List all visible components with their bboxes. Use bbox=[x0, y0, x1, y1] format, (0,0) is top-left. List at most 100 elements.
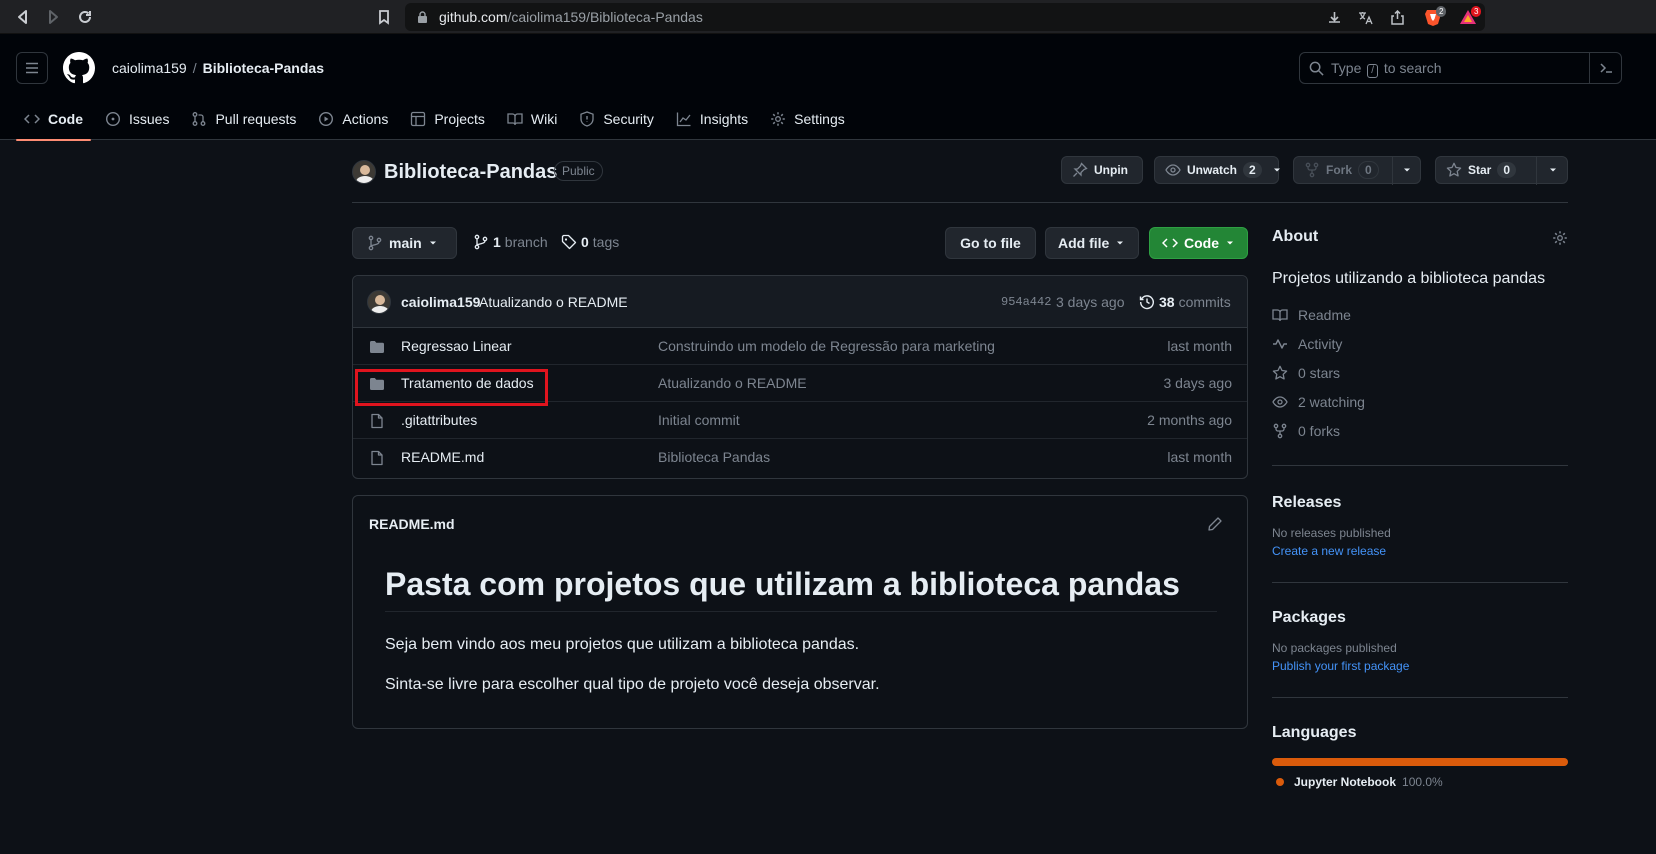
tab-label: Wiki bbox=[530, 111, 558, 127]
repo-header: Biblioteca-Pandas Public Unpin Unwatch 2… bbox=[352, 150, 1568, 203]
star-count: 0 bbox=[1497, 162, 1517, 178]
bookmark-icon[interactable] bbox=[375, 8, 393, 26]
language-dot bbox=[1276, 778, 1284, 786]
file-commit-message[interactable]: Initial commit bbox=[658, 412, 740, 428]
file-commit-message[interactable]: Construindo um modelo de Regressão para … bbox=[658, 338, 995, 354]
file-name[interactable]: .gitattributes bbox=[401, 412, 477, 428]
branch-count-label: branch bbox=[504, 234, 548, 250]
sidebar-item-watching[interactable]: 2 watching bbox=[1272, 387, 1568, 416]
commit-count-label: commits bbox=[1178, 294, 1231, 310]
branch-icon bbox=[367, 235, 383, 251]
owner-link[interactable]: caiolima159 bbox=[112, 60, 187, 76]
address-bar[interactable]: github.com/caiolima159/Biblioteca-Pandas bbox=[405, 3, 1485, 31]
reload-icon[interactable] bbox=[76, 8, 94, 26]
tab-issues[interactable]: Issues bbox=[97, 98, 177, 140]
url-path: /caiolima159/Biblioteca-Pandas bbox=[507, 9, 703, 25]
code-button-label: Code bbox=[1184, 235, 1219, 251]
repo-link[interactable]: Biblioteca-Pandas bbox=[203, 60, 324, 76]
commit-author-avatar[interactable] bbox=[367, 290, 391, 314]
sidebar-item-forks[interactable]: 0 forks bbox=[1272, 416, 1568, 445]
watch-button[interactable]: Unwatch 2 bbox=[1154, 156, 1280, 184]
unpin-button[interactable]: Unpin bbox=[1061, 156, 1143, 184]
table-row[interactable]: README.md Biblioteca Pandas last month bbox=[353, 439, 1247, 476]
github-logo-icon[interactable] bbox=[63, 52, 95, 84]
table-row[interactable]: Regressao Linear Construindo um modelo d… bbox=[353, 328, 1247, 365]
star-divider bbox=[1536, 157, 1537, 185]
tab-settings[interactable]: Settings bbox=[762, 98, 853, 140]
file-commit-message[interactable]: Atualizando o README bbox=[658, 375, 807, 391]
fork-count: 0 bbox=[1358, 161, 1379, 179]
menu-button[interactable] bbox=[16, 52, 48, 84]
repo-title[interactable]: Biblioteca-Pandas bbox=[384, 161, 557, 184]
tab-code[interactable]: Code bbox=[16, 98, 91, 141]
issue-icon bbox=[105, 111, 121, 127]
divider bbox=[1272, 582, 1568, 583]
back-icon[interactable] bbox=[14, 8, 32, 26]
lock-icon bbox=[417, 11, 428, 23]
releases-empty: No releases published bbox=[1272, 526, 1391, 540]
visibility-badge: Public bbox=[554, 161, 603, 181]
packages-title[interactable]: Packages bbox=[1272, 609, 1568, 627]
brave-shield-icon[interactable]: 2 bbox=[1424, 6, 1447, 26]
language-item[interactable]: Jupyter Notebook 100.0% bbox=[1272, 775, 1568, 789]
file-name[interactable]: Regressao Linear bbox=[401, 338, 512, 354]
tab-security[interactable]: Security bbox=[571, 98, 662, 140]
file-name[interactable]: README.md bbox=[401, 449, 484, 465]
sidebar-item-label: Activity bbox=[1298, 335, 1343, 352]
folder-icon bbox=[369, 339, 385, 355]
star-icon bbox=[1446, 162, 1462, 178]
fork-icon bbox=[1272, 423, 1288, 439]
fork-button[interactable]: Fork 0 bbox=[1293, 156, 1421, 185]
file-commit-message[interactable]: Biblioteca Pandas bbox=[658, 449, 770, 465]
search-input[interactable]: Type / to search bbox=[1299, 52, 1622, 84]
create-release-link[interactable]: Create a new release bbox=[1272, 544, 1568, 558]
share-icon[interactable] bbox=[1390, 10, 1405, 25]
branch-select-button[interactable]: main bbox=[352, 227, 457, 259]
tab-actions[interactable]: Actions bbox=[310, 98, 396, 140]
publish-package-link[interactable]: Publish your first package bbox=[1272, 659, 1568, 673]
branches-link[interactable]: 1 branch bbox=[473, 234, 548, 250]
download-icon[interactable] bbox=[1327, 10, 1342, 25]
eye-icon bbox=[1272, 394, 1288, 410]
chevron-down-icon[interactable] bbox=[1548, 165, 1558, 175]
fork-label: Fork bbox=[1326, 163, 1353, 177]
translate-icon[interactable] bbox=[1358, 10, 1373, 25]
chevron-down-icon[interactable] bbox=[1402, 165, 1412, 175]
sidebar: About Projetos utilizando a biblioteca p… bbox=[1272, 228, 1568, 789]
sidebar-item-readme[interactable]: Readme bbox=[1272, 300, 1568, 329]
search-prefix: Type bbox=[1331, 60, 1362, 76]
gear-icon[interactable] bbox=[1552, 230, 1568, 246]
about-description: Projetos utilizando a biblioteca pandas bbox=[1272, 270, 1546, 287]
command-palette-icon[interactable] bbox=[1589, 53, 1621, 83]
rewards-icon[interactable]: 3 bbox=[1459, 6, 1482, 26]
sidebar-item-activity[interactable]: Activity bbox=[1272, 329, 1568, 358]
commit-author[interactable]: caiolima159 bbox=[401, 294, 480, 310]
readme-paragraph: Seja bem vindo aos meu projetos que util… bbox=[385, 636, 860, 653]
watch-count: 2 bbox=[1243, 162, 1262, 178]
pencil-icon[interactable] bbox=[1207, 516, 1223, 532]
tab-pull-requests[interactable]: Pull requests bbox=[183, 98, 304, 140]
tab-insights[interactable]: Insights bbox=[668, 98, 756, 140]
readme-filename[interactable]: README.md bbox=[369, 516, 455, 532]
sidebar-item-label: 0 stars bbox=[1298, 364, 1341, 381]
star-button[interactable]: Star 0 bbox=[1435, 156, 1568, 185]
forward-icon[interactable] bbox=[44, 8, 62, 26]
tab-wiki[interactable]: Wiki bbox=[499, 98, 565, 140]
packages-empty: No packages published bbox=[1272, 641, 1397, 655]
commits-link[interactable]: 38 commits bbox=[1139, 294, 1231, 310]
commit-sha[interactable]: 954a442 bbox=[1001, 295, 1051, 309]
tags-link[interactable]: 0 tags bbox=[561, 234, 619, 250]
go-to-file-button[interactable]: Go to file bbox=[945, 227, 1036, 259]
tab-projects[interactable]: Projects bbox=[402, 98, 493, 140]
table-row[interactable]: .gitattributes Initial commit 2 months a… bbox=[353, 402, 1247, 439]
tab-label: Issues bbox=[129, 111, 170, 127]
sidebar-item-stars[interactable]: 0 stars bbox=[1272, 358, 1568, 387]
releases-title[interactable]: Releases bbox=[1272, 494, 1568, 512]
commit-message[interactable]: Atualizando o README bbox=[479, 294, 628, 310]
book-icon bbox=[1272, 307, 1288, 323]
tab-label: Code bbox=[48, 111, 83, 127]
search-icon bbox=[1309, 61, 1324, 76]
code-button[interactable]: Code bbox=[1149, 227, 1248, 259]
owner-avatar[interactable] bbox=[352, 160, 376, 184]
add-file-button[interactable]: Add file bbox=[1045, 227, 1139, 259]
